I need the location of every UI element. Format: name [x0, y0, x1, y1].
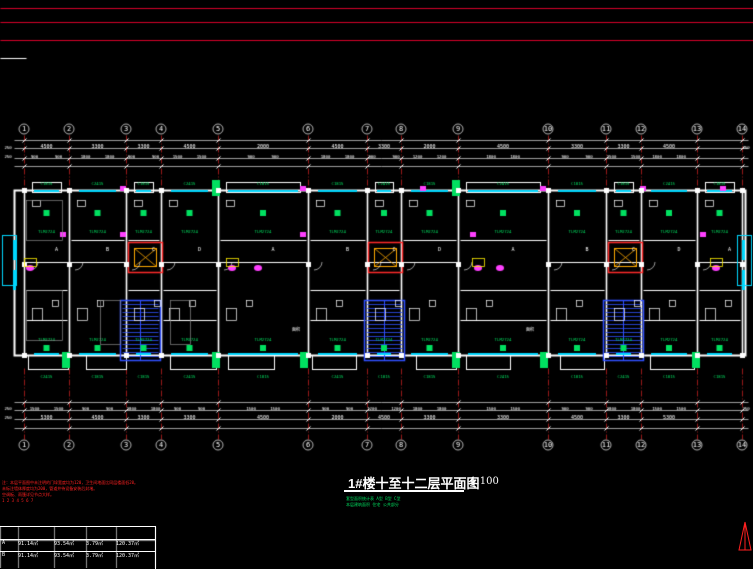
area-cell: 3.79㎡	[86, 553, 104, 559]
title-underline	[344, 490, 464, 492]
area-cell: 120.37㎡	[116, 553, 140, 559]
title-subnotes: 套型面积统计表 A型 B型 C型 本层建筑面积 住宅 公共部分	[346, 496, 486, 508]
drawing-scale: 1:100	[470, 476, 499, 487]
area-cell: B	[2, 552, 6, 558]
subnote-line-2: 本层建筑面积 住宅 公共部分	[346, 502, 399, 507]
north-arrow-icon	[737, 520, 753, 552]
area-cell: 93.54㎡	[54, 553, 75, 559]
general-notes: 注：本层平面图中未注明的门垛宽度均为120，卫生间地面比同层楼面低20。 未标注…	[2, 480, 322, 504]
area-table: A 91.14㎡ 93.54㎡ 3.79㎡ 120.37㎡ B 91.14㎡ 9…	[0, 526, 156, 569]
area-table-row: B 91.14㎡ 93.54㎡ 3.79㎡ 120.37㎡	[0, 551, 155, 564]
drawing-title-block: 1#楼十至十二层平面图 1:100	[340, 473, 510, 495]
area-cell: 91.14㎡	[18, 553, 39, 559]
note-4: 1 2 3 4 5 6 7	[2, 498, 34, 503]
